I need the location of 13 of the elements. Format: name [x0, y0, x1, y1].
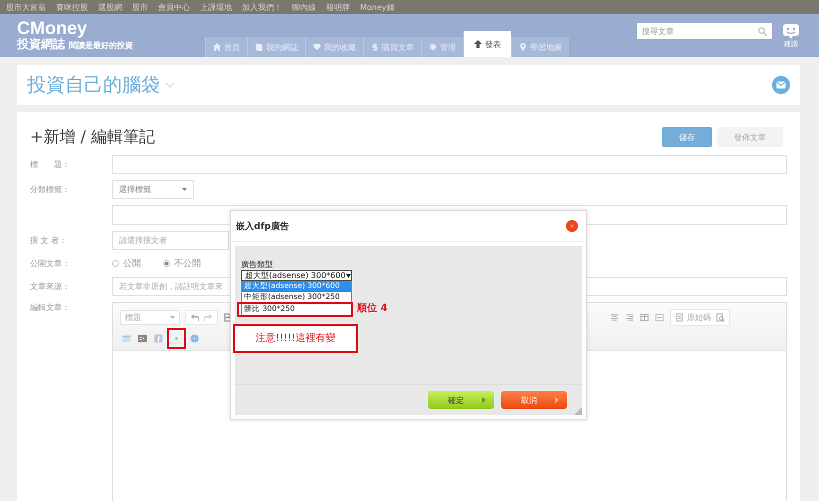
- site-name: 投資網誌: [17, 37, 65, 51]
- field-label: 公開文章：: [30, 258, 71, 269]
- field-label: 編輯文章：: [30, 302, 71, 313]
- annotation-callout: 注意!!!!!這裡有變: [233, 324, 358, 352]
- field-label: 撰 文 者：: [30, 235, 68, 246]
- field-label: 文章來源：: [30, 281, 71, 292]
- field-label: 廣告類型: [241, 260, 274, 269]
- dialog-title: 嵌入dfp廣告: [236, 220, 289, 232]
- page-heading: +新增 / 編輯筆記: [30, 126, 155, 148]
- field-label: 標 題：: [30, 159, 71, 170]
- field-label: 分類標籤：: [30, 184, 71, 195]
- annotation-note: 順位 4: [357, 302, 388, 315]
- slogan: 閱讀是最好的投資: [69, 40, 133, 51]
